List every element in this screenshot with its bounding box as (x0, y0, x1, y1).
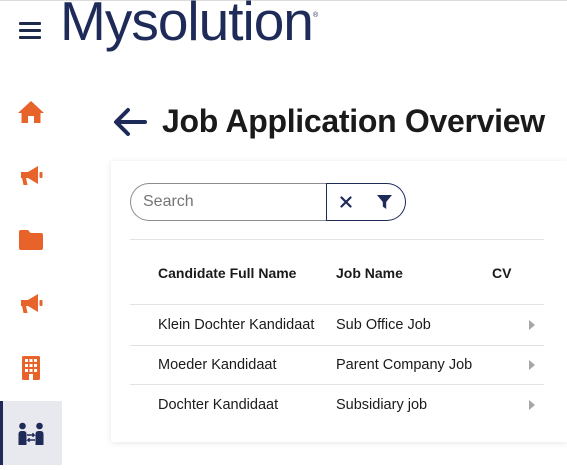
table-row[interactable]: Dochter Kandidaat Subsidiary job (130, 385, 544, 425)
logo-registered-mark: ® (313, 12, 319, 19)
hamburger-menu-icon[interactable] (19, 20, 41, 39)
column-header-cv[interactable]: CV (492, 265, 511, 281)
home-icon (18, 101, 44, 123)
sidebar-item-campaigns-2[interactable] (0, 272, 62, 336)
column-header-candidate[interactable]: Candidate Full Name (158, 265, 296, 281)
table-row[interactable]: Klein Dochter Kandidaat Sub Office Job (130, 305, 544, 345)
building-icon (22, 356, 40, 380)
search-input[interactable] (143, 184, 323, 220)
column-header-job-name[interactable]: Job Name (336, 265, 403, 281)
sidebar-item-job-applications[interactable] (0, 401, 62, 465)
candidate-name: Moeder Kandidaat (158, 357, 277, 373)
job-name: Parent Company Job (336, 357, 473, 373)
clear-search-button[interactable] (326, 183, 365, 221)
job-name: Sub Office Job (336, 317, 431, 333)
row-action-caret-icon[interactable] (528, 399, 536, 411)
close-icon (339, 196, 352, 208)
page-title: Job Application Overview (162, 103, 545, 139)
job-name: Subsidiary job (336, 397, 428, 413)
row-action-caret-icon[interactable] (528, 359, 536, 371)
megaphone-icon (21, 294, 43, 313)
filter-button[interactable] (364, 183, 406, 221)
app-logo[interactable]: Mysolution (60, 0, 314, 49)
sidebar (0, 80, 62, 470)
candidate-name: Klein Dochter Kandidaat (158, 317, 315, 333)
row-action-caret-icon[interactable] (528, 319, 536, 331)
sidebar-item-companies[interactable] (0, 336, 62, 400)
table-row[interactable]: Moeder Kandidaat Parent Company Job (130, 345, 544, 385)
filter-icon (377, 195, 392, 209)
table-top-divider (130, 239, 544, 240)
search-box (130, 183, 327, 221)
sidebar-item-folders[interactable] (0, 208, 62, 272)
megaphone-icon (21, 166, 43, 185)
sidebar-item-home[interactable] (0, 80, 62, 144)
folder-icon (19, 230, 43, 250)
sidebar-item-campaigns[interactable] (0, 144, 62, 208)
people-exchange-icon (18, 422, 44, 445)
back-arrow-icon[interactable] (112, 106, 148, 138)
candidate-name: Dochter Kandidaat (158, 397, 279, 413)
